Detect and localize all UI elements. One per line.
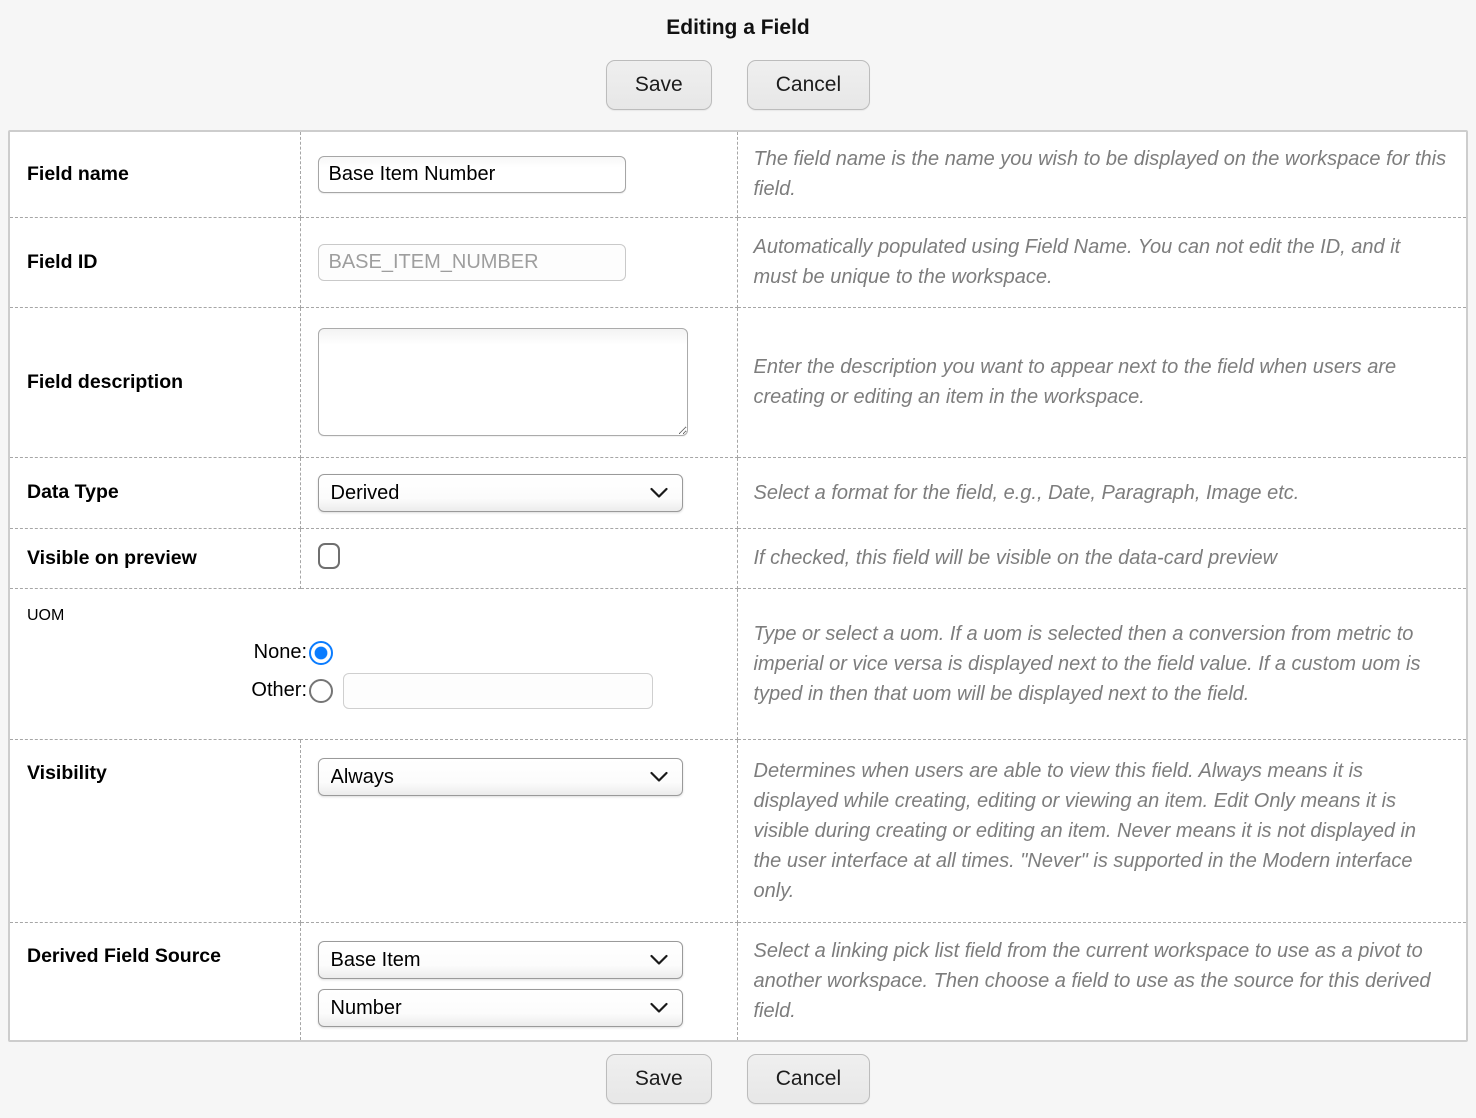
save-button-bottom[interactable]: Save <box>606 1054 712 1104</box>
uom-other-input[interactable] <box>343 673 653 709</box>
visibility-description: Determines when users are able to view t… <box>737 739 1466 922</box>
field-id-input <box>318 244 626 281</box>
field-name-row: Field name The field name is the name yo… <box>10 132 1466 217</box>
field-description-description: Enter the description you want to appear… <box>737 307 1466 457</box>
visible-on-preview-description: If checked, this field will be visible o… <box>737 528 1466 588</box>
derived-source-workspace-select[interactable]: Base Item <box>318 941 683 979</box>
uom-other-label: Other: <box>227 679 309 702</box>
derived-field-source-label: Derived Field Source <box>10 922 300 1040</box>
cancel-button-bottom[interactable]: Cancel <box>747 1054 870 1104</box>
save-button-top[interactable]: Save <box>606 60 712 110</box>
visibility-select[interactable]: Always <box>318 758 683 796</box>
field-description-label: Field description <box>10 307 300 457</box>
uom-description: Type or select a uom. If a uom is select… <box>737 588 1466 739</box>
field-id-row: Field ID Automatically populated using F… <box>10 217 1466 307</box>
field-description-row: Field description Enter the description … <box>10 307 1466 457</box>
data-type-label: Data Type <box>10 457 300 528</box>
derived-field-source-description: Select a linking pick list field from th… <box>737 922 1466 1040</box>
field-name-description: The field name is the name you wish to b… <box>737 132 1466 217</box>
bottom-action-bar: Save Cancel <box>0 1054 1476 1104</box>
page-title: Editing a Field <box>0 16 1476 40</box>
visible-on-preview-label: Visible on preview <box>10 528 300 588</box>
uom-none-radio[interactable] <box>309 641 333 665</box>
derived-source-field-select[interactable]: Number <box>318 989 683 1027</box>
derived-field-source-row: Derived Field Source Base Item Number <box>10 922 1466 1040</box>
visible-on-preview-checkbox[interactable] <box>318 543 340 569</box>
field-description-textarea[interactable] <box>318 328 688 436</box>
uom-other-radio[interactable] <box>309 679 333 703</box>
uom-radio-group: None: Other: <box>227 641 737 709</box>
uom-label: UOM <box>27 607 64 624</box>
data-type-select[interactable]: Derived <box>318 474 683 512</box>
data-type-description: Select a format for the field, e.g., Dat… <box>737 457 1466 528</box>
top-action-bar: Save Cancel <box>0 60 1476 110</box>
data-type-row: Data Type Derived Select a format for th… <box>10 457 1466 528</box>
visible-on-preview-row: Visible on preview If checked, this fiel… <box>10 528 1466 588</box>
cancel-button-top[interactable]: Cancel <box>747 60 870 110</box>
field-id-label: Field ID <box>10 217 300 307</box>
visibility-label: Visibility <box>10 739 300 922</box>
field-name-input[interactable] <box>318 156 626 193</box>
field-name-label: Field name <box>10 132 300 217</box>
uom-row: UOM None: Other: Type or select a uom. I… <box>10 588 1466 739</box>
field-settings-table: Field name The field name is the name yo… <box>8 130 1468 1042</box>
visibility-row: Visibility Always Determines when users … <box>10 739 1466 922</box>
field-id-description: Automatically populated using Field Name… <box>737 217 1466 307</box>
uom-none-label: None: <box>227 641 309 664</box>
edit-field-page: Editing a Field Save Cancel Field name T… <box>0 16 1476 1104</box>
